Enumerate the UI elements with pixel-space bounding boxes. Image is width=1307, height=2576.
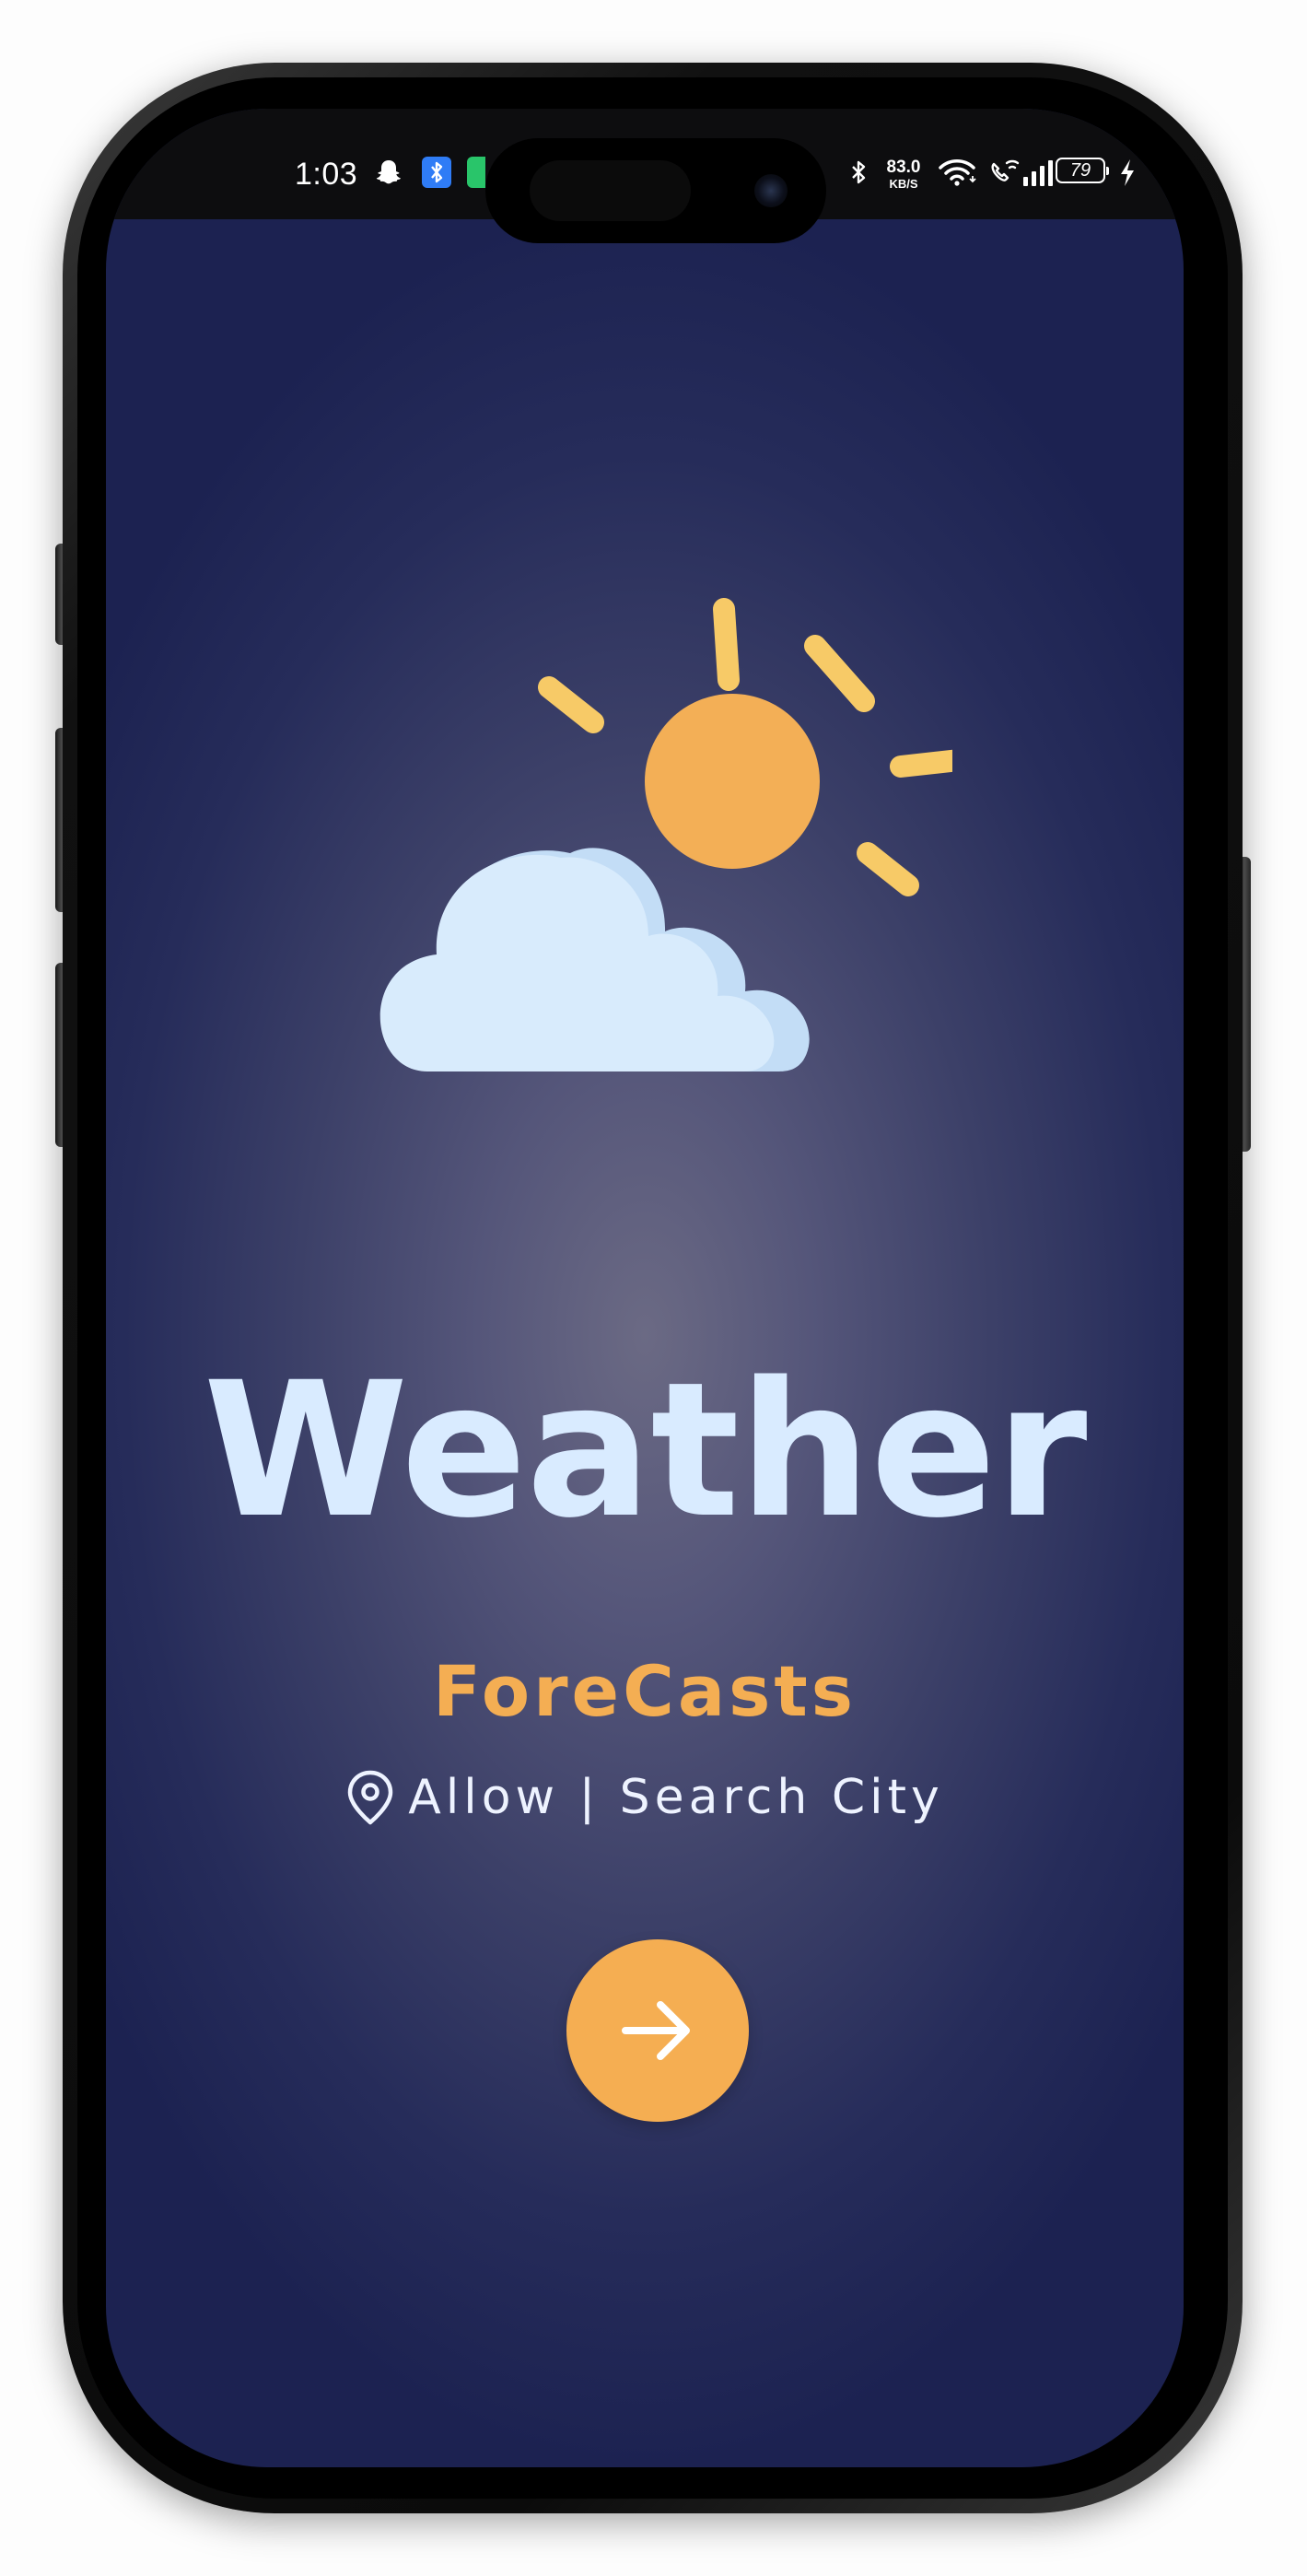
app-title: Weather — [203, 1341, 1088, 1559]
cloud — [379, 848, 810, 1071]
partly-cloudy-icon — [379, 598, 952, 1071]
bluetooth-app-icon — [422, 157, 451, 188]
charging-icon — [1121, 159, 1134, 186]
battery-icon: 79 — [1056, 158, 1109, 183]
bluetooth-icon — [852, 160, 866, 184]
snapchat-icon — [376, 160, 401, 184]
phone-mockup: 1:03 83.0 KB/S 79 Weather ForeCasts Allo… — [0, 0, 1307, 2576]
wifi-icon — [939, 159, 976, 186]
location-prompt[interactable]: Allow | Search City — [106, 1769, 1184, 1826]
app-screen: 1:03 83.0 KB/S 79 Weather ForeCasts Allo… — [106, 109, 1184, 2467]
network-speed-value: 83.0 — [886, 158, 921, 177]
dynamic-island — [485, 138, 826, 243]
signal-icon — [1023, 160, 1053, 186]
status-time: 1:03 — [295, 157, 358, 192]
arrow-right-icon — [622, 2001, 690, 2060]
app-notification-icon — [467, 157, 485, 188]
network-speed-unit: KB/S — [889, 177, 918, 191]
sun — [645, 694, 820, 869]
location-pin-icon — [348, 1770, 393, 1825]
island-activity — [530, 160, 691, 221]
next-button[interactable] — [566, 1939, 749, 2122]
location-prompt-text[interactable]: Allow | Search City — [408, 1774, 943, 1821]
app-subtitle: ForeCasts — [433, 1650, 857, 1732]
front-camera — [754, 174, 788, 207]
wifi-calling-icon — [991, 159, 1020, 181]
network-speed: 83.0 KB/S — [876, 158, 931, 190]
